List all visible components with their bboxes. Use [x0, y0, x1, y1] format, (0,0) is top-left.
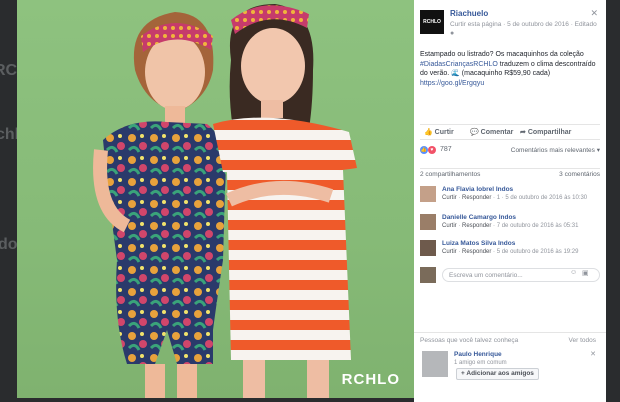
comment-label: Comentar — [480, 129, 514, 136]
post-photo[interactable]: RCHLO — [17, 0, 414, 398]
comment-time: 1 · 5 de outubro de 2016 às 10:30 — [496, 195, 588, 201]
hashtag-link[interactable]: #DiadasCriançasRCHLO — [420, 61, 498, 68]
see-all-link[interactable]: Ver todos — [569, 337, 596, 344]
post-text: Estampado ou listrado? Os macaquinhos da… — [420, 50, 600, 88]
comment-author[interactable]: Luiza Matos Silva Indos — [442, 240, 515, 247]
add-friend-label: Adicionar aos amigos — [466, 370, 534, 377]
comment-reply-link[interactable]: Responder — [462, 249, 491, 255]
comment-meta: Curtir · Responder · 1 · 5 de outubro de… — [442, 195, 588, 201]
comment-like-link[interactable]: Curtir — [442, 223, 457, 229]
suggest-name[interactable]: Paulo Henrique — [454, 351, 502, 358]
avatar[interactable] — [422, 351, 448, 377]
post-text-part: Estampado ou listrado? Os macaquinhos da… — [420, 51, 584, 58]
photo-illustration — [93, 4, 357, 398]
avatar[interactable] — [420, 214, 436, 230]
relevance-dropdown[interactable]: Comentários mais relevantes ▾ — [511, 146, 600, 154]
comment-reply-link[interactable]: Responder — [462, 223, 491, 229]
post-stats: 2 compartilhamentos 3 comentários — [420, 168, 600, 180]
globe-icon: ● — [450, 30, 455, 37]
backdrop-edge — [606, 0, 620, 402]
write-comment: Escreva um comentário... ☺ ▣ — [420, 266, 600, 284]
close-icon[interactable]: ✕ — [590, 8, 598, 19]
avatar — [420, 267, 436, 283]
comment-meta: Curtir · Responder · 5 de outubro de 201… — [442, 249, 579, 255]
post-actions: 👍 Curtir 💬 Comentar ➦ Compartilhar — [420, 124, 600, 140]
comment-author[interactable]: Danielle Camargo Indos — [442, 214, 516, 221]
like-button[interactable]: 👍 Curtir — [424, 128, 454, 136]
post-side-panel: RCHLO Riachuelo Curtir esta página · 5 d… — [414, 0, 606, 402]
comment-item: Danielle Camargo Indos Curtir · Responde… — [420, 214, 600, 236]
comment-time: 7 de outubro de 2016 às 05:31 — [496, 223, 579, 229]
emoji-icon[interactable]: ☺ — [570, 269, 577, 276]
comment-button[interactable]: 💬 Comentar — [470, 128, 513, 136]
avatar[interactable] — [420, 186, 436, 202]
share-label: Compartilhar — [527, 129, 572, 136]
close-icon[interactable]: ✕ — [590, 350, 596, 358]
comment-reply-link[interactable]: Responder — [462, 195, 491, 201]
page-logo[interactable]: RCHLO — [420, 10, 444, 34]
comment-author[interactable]: Ana Flavia Iobrel Indos — [442, 186, 513, 193]
backdrop-text: RC — [0, 62, 18, 79]
page-name-link[interactable]: Riachuelo — [450, 9, 488, 18]
love-reaction-icon[interactable]: ♥ — [428, 146, 436, 154]
comment-meta: Curtir · Responder · 7 de outubro de 201… — [442, 223, 579, 229]
comment-like-link[interactable]: Curtir — [442, 195, 457, 201]
like-label: Curtir — [434, 129, 454, 136]
comment-time: 5 de outubro de 2016 às 19:29 — [496, 249, 579, 255]
like-reaction-icon[interactable]: 👍 — [420, 146, 428, 154]
camera-icon[interactable]: ▣ — [582, 269, 589, 277]
comment-item: Ana Flavia Iobrel Indos Curtir · Respond… — [420, 186, 600, 208]
share-button[interactable]: ➦ Compartilhar — [520, 128, 571, 136]
post-header: RCHLO Riachuelo Curtir esta página · 5 d… — [420, 8, 600, 38]
brand-watermark: RCHLO — [341, 371, 400, 388]
people-you-may-know: Pessoas que você talvez conheça Ver todo… — [414, 332, 606, 402]
suggest-title: Pessoas que você talvez conheça — [420, 337, 519, 344]
reactions-bar: 👍 ♥ 787 Comentários mais relevantes ▾ — [420, 145, 600, 157]
add-friend-button[interactable]: + Adicionar aos amigos — [456, 368, 539, 380]
reaction-count[interactable]: 787 — [440, 146, 452, 153]
comment-item: Luiza Matos Silva Indos Curtir · Respond… — [420, 240, 600, 262]
post-meta: Curtir esta página · 5 de outubro de 201… — [450, 21, 597, 28]
comment-like-link[interactable]: Curtir — [442, 249, 457, 255]
comments-count[interactable]: 3 comentários — [559, 171, 600, 178]
post-link[interactable]: https://goo.gl/Ergqyu — [420, 80, 484, 87]
mutual-friends[interactable]: 1 amigo em comum — [454, 360, 507, 366]
shares-count[interactable]: 2 compartilhamentos — [420, 171, 480, 178]
avatar[interactable] — [420, 240, 436, 256]
add-friend-icon: + — [461, 370, 465, 377]
